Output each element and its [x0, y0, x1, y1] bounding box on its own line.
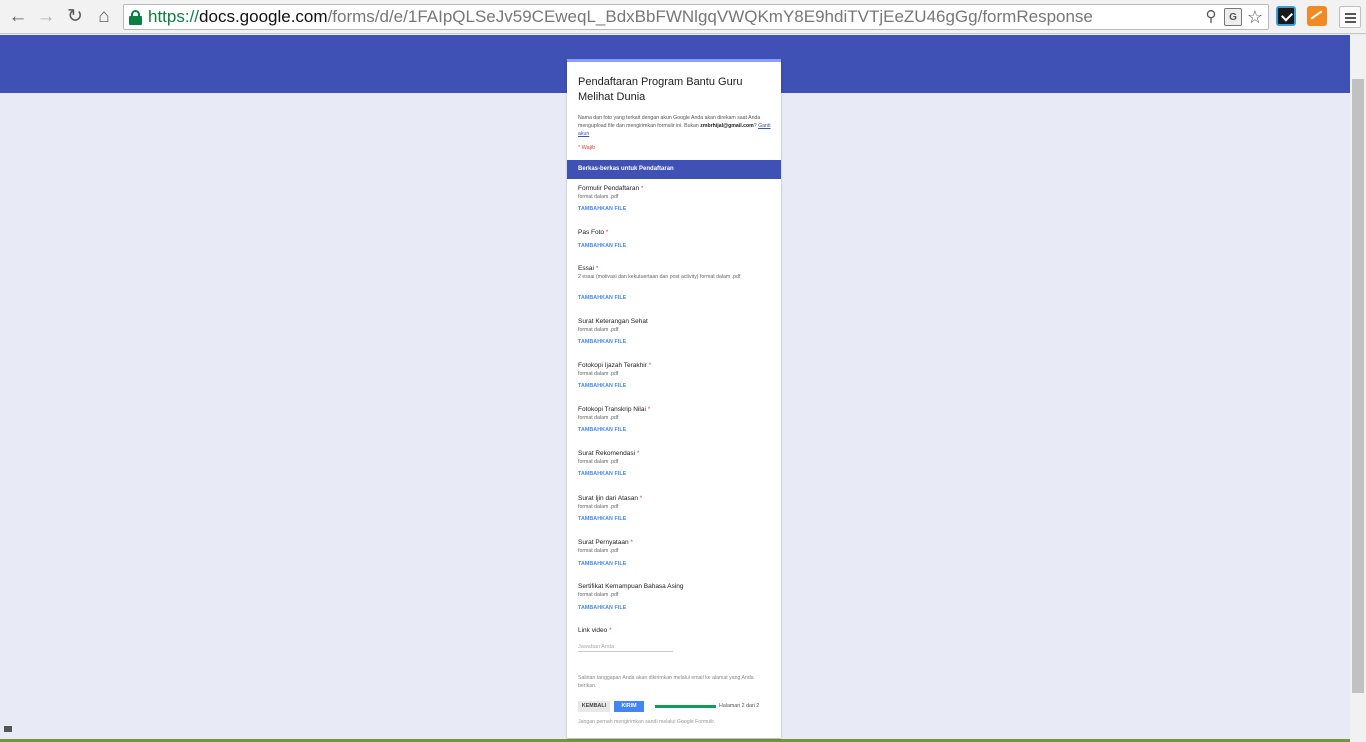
add-file-button[interactable]: TAMBAHKAN FILE [578, 561, 626, 567]
link-video-input[interactable]: Jawaban Anda [578, 642, 673, 652]
submit-button[interactable]: KIRIM [614, 701, 644, 712]
menu-icon[interactable] [1339, 6, 1361, 28]
question-sertifikat-bahasa: Sertifikat Kemampuan Bahasa Asing format… [578, 583, 684, 611]
star-icon[interactable]: ☆ [1246, 8, 1264, 26]
account-email: zmbrhijal@gmail.com [700, 123, 754, 129]
question-surat-keterangan-sehat: Surat Keterangan Sehat format dalam .pdf… [578, 318, 648, 345]
add-file-button[interactable]: TAMBAHKAN FILE [578, 516, 626, 522]
add-file-button[interactable]: TAMBAHKAN FILE [578, 383, 626, 389]
question-surat-pernyataan: Surat Pernyataan * format dalam .pdf TAM… [578, 539, 633, 567]
page-indicator: Halaman 2 dari 2 [719, 703, 760, 709]
question-surat-rekomendasi: Surat Rekomendasi * format dalam .pdf TA… [578, 450, 640, 477]
question-fotokopi-transkrip: Fotokopi Transkrip Nilai * format dalam … [578, 406, 651, 433]
reload-icon[interactable]: ↻ [63, 5, 87, 29]
forward-arrow-icon[interactable]: → [34, 5, 58, 29]
scrollbar-thumb[interactable] [1352, 79, 1364, 693]
address-bar[interactable]: https://docs.google.com/forms/d/e/1FAIpQ… [123, 4, 1269, 30]
add-file-button[interactable]: TAMBAHKAN FILE [578, 605, 626, 611]
back-arrow-icon[interactable]: ← [6, 5, 30, 29]
add-file-button[interactable]: TAMBAHKAN FILE [578, 339, 626, 345]
add-file-button[interactable]: TAMBAHKAN FILE [578, 471, 626, 477]
form-card: Pendaftaran Program Bantu Guru Melihat D… [567, 59, 781, 738]
add-file-button[interactable]: TAMBAHKAN FILE [578, 427, 626, 433]
add-file-button[interactable]: TAMBAHKAN FILE [578, 243, 626, 249]
page-scrollbar[interactable] [1350, 35, 1366, 742]
progress-fill [655, 705, 716, 708]
progress-bar [655, 705, 716, 708]
question-essai: Essai * 2 essai (motivasi dan kekutuerta… [578, 265, 741, 301]
browser-toolbar: ← → ↻ ⌂ https://docs.google.com/forms/d/… [0, 0, 1366, 34]
home-icon[interactable]: ⌂ [92, 5, 116, 29]
extension-chart-icon[interactable] [1307, 6, 1327, 26]
question-formulir-pendaftaran: Formulir Pendaftaran * format dalam .pdf… [578, 185, 644, 212]
question-link-video: Link video * [578, 627, 612, 634]
password-warning: Jangan pernah mengirimkan sandi melalui … [578, 719, 716, 725]
email-copy-note: Salinan tanggapan Anda akan dikirimkan m… [578, 675, 754, 689]
extension-check-icon[interactable] [1276, 6, 1296, 26]
section-header: Berkas-berkas untuk Pendaftaran [567, 160, 781, 179]
add-file-button[interactable]: TAMBAHKAN FILE [578, 295, 626, 301]
form-description: Nama dan foto yang terkait dengan akun G… [578, 115, 771, 137]
required-note: * Wajib [578, 145, 596, 151]
translate-icon[interactable]: G [1224, 8, 1242, 26]
zoom-icon[interactable]: ⚲ [1202, 8, 1220, 26]
question-pas-foto: Pas Foto * TAMBAHKAN FILE [578, 229, 627, 249]
status-icon [4, 726, 12, 732]
add-file-button[interactable]: TAMBAHKAN FILE [578, 206, 626, 212]
lock-icon [129, 10, 142, 25]
back-button[interactable]: KEMBALI [578, 701, 610, 712]
form-title: Pendaftaran Program Bantu Guru Melihat D… [578, 76, 743, 103]
question-fotokopi-ijazah: Fotokopi Ijazah Terakhir * format dalam … [578, 362, 652, 389]
url-text[interactable]: https://docs.google.com/forms/d/e/1FAIpQ… [148, 7, 1093, 27]
question-surat-ijin: Surat Ijin dari Atasan * format dalam .p… [578, 495, 643, 522]
